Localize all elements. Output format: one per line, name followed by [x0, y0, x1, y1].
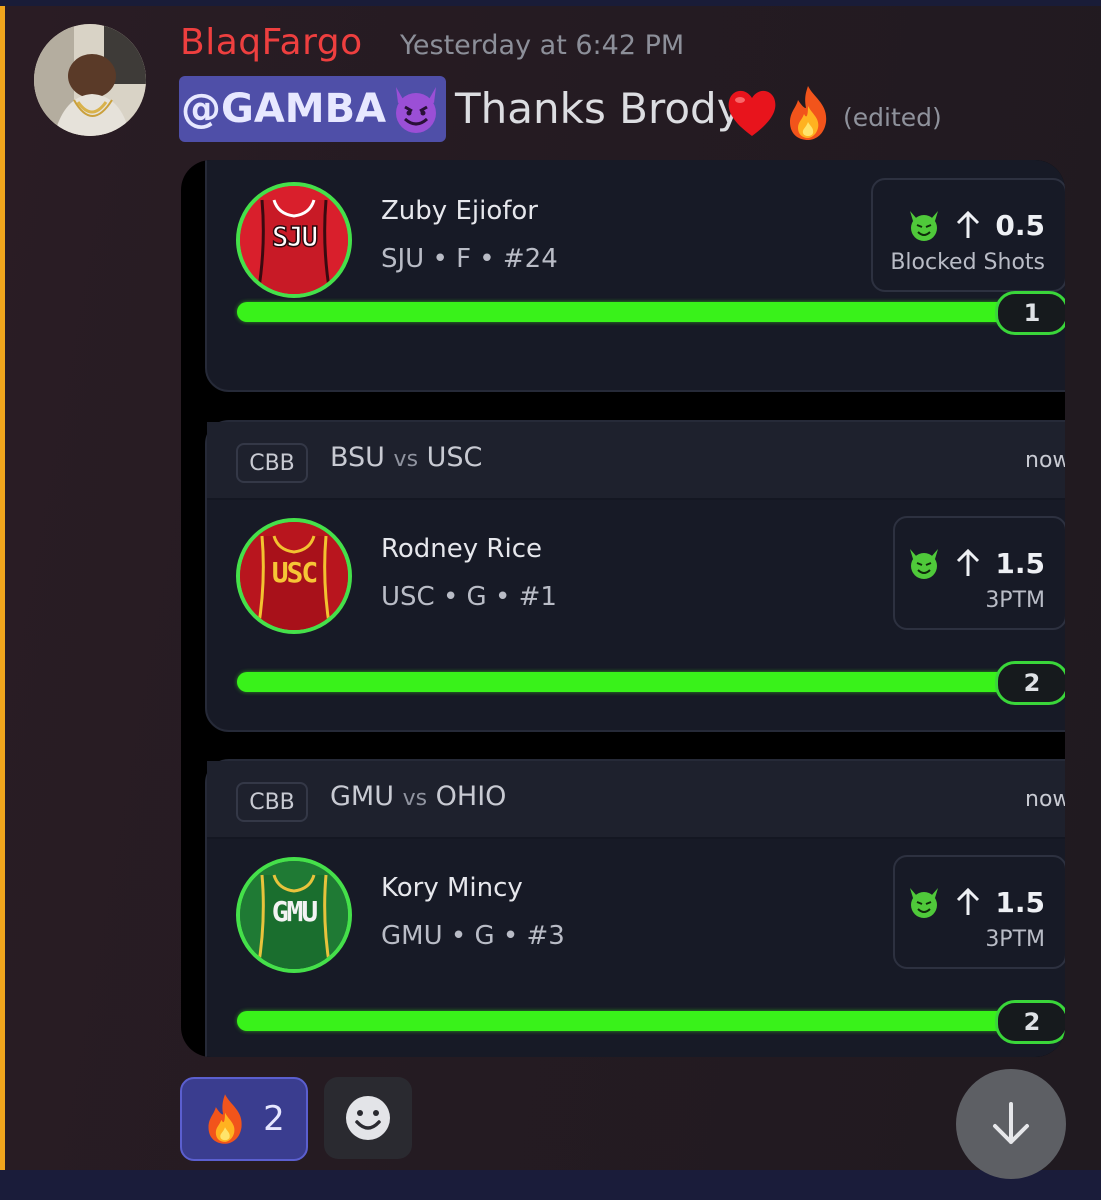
goblin-icon [910, 888, 939, 918]
scroll-to-bottom-button[interactable] [956, 1069, 1066, 1179]
arrow-up-icon [957, 887, 980, 915]
game-status: now [1025, 787, 1065, 812]
result-value: 2 [995, 1000, 1065, 1044]
team-home: BSU [330, 442, 385, 473]
vs-label: vs [402, 786, 428, 811]
player-name: Kory Mincy [381, 873, 523, 903]
attached-screenshot[interactable]: SJU Zuby Ejiofor SJU • F • #24 0.5 Block… [181, 160, 1065, 1057]
fire-emoji [208, 1094, 242, 1144]
player-name: Rodney Rice [381, 534, 543, 564]
team-jersey-badge: GMU [236, 857, 352, 973]
stat-label: Blocked Shots [890, 250, 1045, 275]
stat-line-box: 1.5 3PTM [893, 855, 1065, 969]
add-reaction-button[interactable] [324, 1077, 412, 1159]
matchup: BSU vs USC [330, 442, 482, 473]
jersey-text: USC [271, 556, 319, 589]
vs-label: vs [393, 447, 419, 472]
league-badge: CBB [236, 443, 308, 483]
matchup: GMU vs OHIO [330, 781, 506, 812]
mention-label: @GAMBA [181, 86, 387, 132]
arrow-up-icon [957, 548, 980, 576]
team-jersey-badge: SJU [236, 182, 352, 298]
jersey-text: GMU [271, 895, 319, 928]
player-info: USC • G • #1 [381, 582, 557, 612]
avatar[interactable] [34, 24, 146, 136]
smiley-face-icon [346, 1096, 390, 1140]
stat-line-box: 0.5 Blocked Shots [871, 178, 1065, 292]
jersey-text: SJU [271, 219, 319, 254]
line-value: 0.5 [995, 208, 1045, 242]
card-header: CBB BSU vs USC now [207, 422, 1065, 500]
result-value: 2 [995, 661, 1065, 705]
progress-bar [237, 302, 1017, 322]
pick-card: CBB BSU vs USC now USC Rodney Rice USC •… [205, 420, 1065, 732]
team-jersey-badge: USC [236, 518, 352, 634]
user-mention[interactable]: @GAMBA [179, 76, 447, 142]
fire-reaction-button[interactable]: 2 [180, 1077, 308, 1161]
message-text: Thanks Brody [455, 84, 742, 133]
line-value: 1.5 [995, 546, 1045, 580]
smiling-devil-emoji [396, 87, 437, 133]
game-status: now [1025, 448, 1065, 473]
username[interactable]: BlaqFargo [180, 22, 363, 63]
team-away: USC [426, 442, 483, 473]
pick-card: SJU Zuby Ejiofor SJU • F • #24 0.5 Block… [205, 160, 1065, 392]
progress-bar [237, 672, 1017, 692]
stat-label: 3PTM [985, 588, 1045, 613]
arrow-up-icon [957, 210, 980, 238]
line-value: 1.5 [995, 885, 1045, 919]
fire-emoji [790, 86, 827, 140]
arrow-down-icon [993, 1102, 1029, 1144]
reaction-count: 2 [263, 1099, 285, 1139]
player-info: SJU • F • #24 [381, 244, 558, 274]
goblin-icon [910, 211, 939, 241]
card-header: CBB GMU vs OHIO now [207, 761, 1065, 839]
mention-accent-bar [0, 6, 5, 1170]
team-home: GMU [330, 781, 394, 812]
team-away: OHIO [435, 781, 507, 812]
progress-bar [237, 1011, 1017, 1031]
stat-label: 3PTM [985, 927, 1045, 952]
red-heart-emoji [728, 90, 776, 136]
league-badge: CBB [236, 782, 308, 822]
bottom-strip [0, 1170, 1101, 1200]
edited-label: (edited) [843, 103, 942, 132]
goblin-icon [910, 549, 939, 579]
result-value: 1 [995, 291, 1065, 335]
player-info: GMU • G • #3 [381, 921, 565, 951]
stat-line-box: 1.5 3PTM [893, 516, 1065, 630]
player-name: Zuby Ejiofor [381, 196, 538, 226]
pick-card: CBB GMU vs OHIO now GMU Kory Mincy GMU •… [205, 759, 1065, 1057]
timestamp: Yesterday at 6:42 PM [400, 30, 685, 61]
